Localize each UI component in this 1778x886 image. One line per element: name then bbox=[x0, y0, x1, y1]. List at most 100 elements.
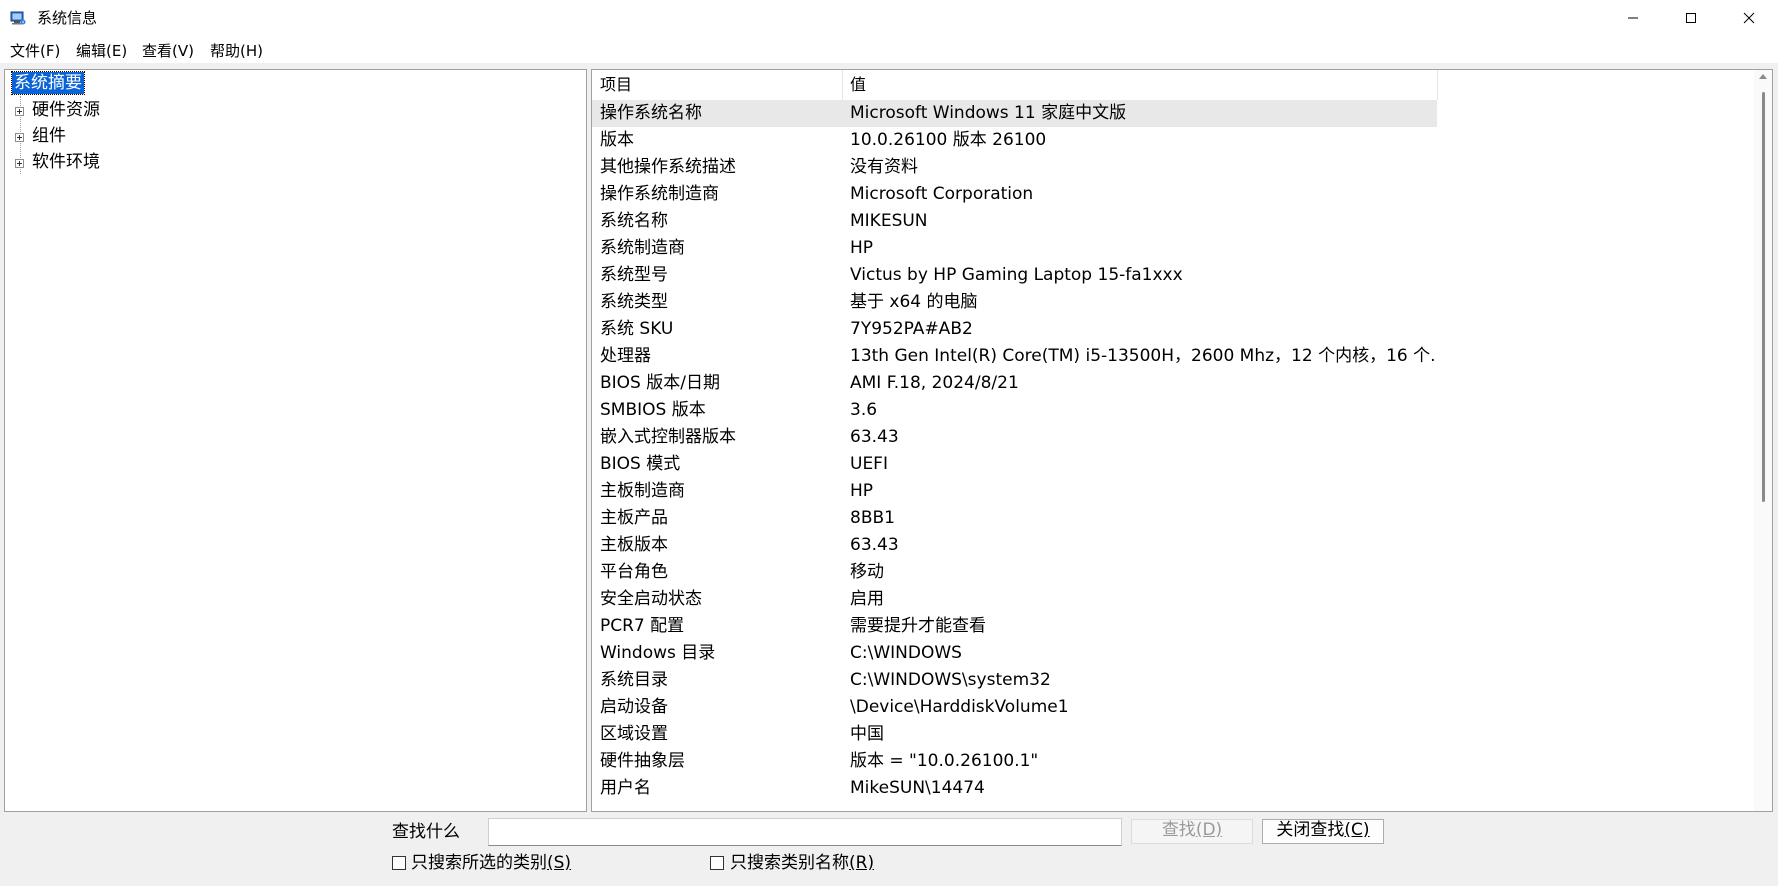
cell-item: 主板产品 bbox=[600, 508, 668, 528]
menu-help[interactable]: 帮助(H) bbox=[210, 42, 263, 60]
menu-view[interactable]: 查看(V) bbox=[142, 42, 194, 60]
cell-item: 系统型号 bbox=[600, 265, 668, 285]
search-selected-category-checkbox[interactable] bbox=[392, 856, 406, 870]
table-row[interactable]: SMBIOS 版本 3.6 bbox=[592, 397, 1437, 424]
close-find-button[interactable]: 关闭查找(C) bbox=[1262, 819, 1384, 844]
search-category-names-checkbox[interactable] bbox=[710, 856, 724, 870]
cell-value: \Device\HarddiskVolume1 bbox=[850, 697, 1069, 717]
table-row[interactable]: 区域设置 中国 bbox=[592, 721, 1437, 748]
cell-value: C:\WINDOWS bbox=[850, 643, 962, 663]
table-row[interactable]: BIOS 版本/日期 AMI F.18, 2024/8/21 bbox=[592, 370, 1437, 397]
column-header-item[interactable]: 项目 bbox=[600, 75, 632, 95]
table-row[interactable]: 系统制造商 HP bbox=[592, 235, 1437, 262]
table-row[interactable]: 主板产品 8BB1 bbox=[592, 505, 1437, 532]
checkbox-accesskey: (R) bbox=[849, 853, 875, 873]
tree-item-system-summary[interactable]: 系统摘要 bbox=[11, 71, 85, 95]
scroll-up-arrow-icon[interactable] bbox=[1759, 74, 1767, 79]
column-header-value[interactable]: 值 bbox=[850, 75, 866, 95]
table-row[interactable]: 主板版本 63.43 bbox=[592, 532, 1437, 559]
cell-value: 移动 bbox=[850, 562, 884, 582]
column-divider[interactable] bbox=[1437, 70, 1438, 100]
cell-value: MikeSUN\14474 bbox=[850, 778, 985, 798]
table-row[interactable]: 安全启动状态 启用 bbox=[592, 586, 1437, 613]
close-icon bbox=[1743, 12, 1755, 24]
search-category-names-label[interactable]: 只搜索类别名称(R) bbox=[730, 852, 874, 874]
cell-item: 系统目录 bbox=[600, 670, 668, 690]
cell-value: 需要提升才能查看 bbox=[850, 616, 986, 636]
expand-icon[interactable] bbox=[15, 133, 24, 142]
cell-item: 主板制造商 bbox=[600, 481, 685, 501]
category-tree[interactable]: 系统摘要 硬件资源 组件 软件环境 bbox=[4, 69, 587, 812]
cell-item: 版本 bbox=[600, 130, 634, 150]
table-row[interactable]: 版本 10.0.26100 版本 26100 bbox=[592, 127, 1437, 154]
list-header: 项目 值 bbox=[592, 70, 1438, 101]
cell-item: 安全启动状态 bbox=[600, 589, 702, 609]
cell-item: 系统名称 bbox=[600, 211, 668, 231]
maximize-icon bbox=[1686, 13, 1696, 23]
cell-item: 嵌入式控制器版本 bbox=[600, 427, 736, 447]
cell-item: 系统类型 bbox=[600, 292, 668, 312]
maximize-button[interactable] bbox=[1662, 0, 1720, 36]
cell-value: 版本 = "10.0.26100.1" bbox=[850, 751, 1039, 771]
minimize-icon bbox=[1628, 17, 1638, 19]
vertical-scrollbar[interactable] bbox=[1754, 70, 1772, 811]
cell-item: 其他操作系统描述 bbox=[600, 157, 736, 177]
cell-item: SMBIOS 版本 bbox=[600, 400, 706, 420]
table-row[interactable]: PCR7 配置 需要提升才能查看 bbox=[592, 613, 1437, 640]
find-button[interactable]: 查找(D) bbox=[1131, 819, 1253, 844]
cell-value: MIKESUN bbox=[850, 211, 928, 231]
table-row[interactable]: 启动设备 \Device\HarddiskVolume1 bbox=[592, 694, 1437, 721]
table-row[interactable]: 系统型号 Victus by HP Gaming Laptop 15-fa1xxx bbox=[592, 262, 1437, 289]
table-row[interactable]: 系统目录 C:\WINDOWS\system32 bbox=[592, 667, 1437, 694]
cell-value: Microsoft Corporation bbox=[850, 184, 1034, 204]
menu-bar: 文件(F) 编辑(E) 查看(V) 帮助(H) bbox=[0, 36, 1778, 63]
cell-item: BIOS 版本/日期 bbox=[600, 373, 720, 393]
checkbox-text: 只搜索所选的类别 bbox=[411, 853, 547, 873]
cell-item: 系统制造商 bbox=[600, 238, 685, 258]
table-row[interactable]: 系统名称 MIKESUN bbox=[592, 208, 1437, 235]
menu-file[interactable]: 文件(F) bbox=[10, 42, 60, 60]
table-row[interactable]: 硬件抽象层 版本 = "10.0.26100.1" bbox=[592, 748, 1437, 775]
system-information-icon bbox=[10, 10, 26, 26]
scrollbar-thumb[interactable] bbox=[1762, 92, 1765, 502]
cell-value: 63.43 bbox=[850, 535, 899, 555]
cell-value: Microsoft Windows 11 家庭中文版 bbox=[850, 103, 1127, 123]
minimize-button[interactable] bbox=[1604, 0, 1662, 36]
find-button-label: 查找 bbox=[1161, 820, 1196, 840]
close-find-button-accesskey: (C) bbox=[1344, 820, 1370, 840]
find-button-accesskey: (D) bbox=[1195, 820, 1223, 840]
cell-item: 处理器 bbox=[600, 346, 651, 366]
table-row[interactable]: BIOS 模式 UEFI bbox=[592, 451, 1437, 478]
table-row[interactable]: 系统 SKU 7Y952PA#AB2 bbox=[592, 316, 1437, 343]
checkbox-text: 只搜索类别名称 bbox=[730, 853, 849, 873]
table-row[interactable]: 平台角色 移动 bbox=[592, 559, 1437, 586]
cell-value: 8BB1 bbox=[850, 508, 895, 528]
table-row[interactable]: 处理器 13th Gen Intel(R) Core(TM) i5-13500H，… bbox=[592, 343, 1437, 370]
table-row[interactable]: 用户名 MikeSUN\14474 bbox=[592, 775, 1437, 802]
cell-value: C:\WINDOWS\system32 bbox=[850, 670, 1051, 690]
table-row[interactable]: Windows 目录 C:\WINDOWS bbox=[592, 640, 1437, 667]
tree-item-hardware-resources[interactable]: 硬件资源 bbox=[32, 99, 100, 121]
cell-value: Victus by HP Gaming Laptop 15-fa1xxx bbox=[850, 265, 1183, 285]
expand-icon[interactable] bbox=[15, 107, 24, 116]
column-divider[interactable] bbox=[842, 70, 843, 100]
expand-icon[interactable] bbox=[15, 159, 24, 168]
details-list[interactable]: 项目 值 操作系统名称 Microsoft Windows 11 家庭中文版 版本 1… bbox=[591, 69, 1773, 812]
close-find-button-label: 关闭查找 bbox=[1276, 820, 1345, 840]
table-row[interactable]: 操作系统名称 Microsoft Windows 11 家庭中文版 bbox=[592, 100, 1437, 127]
close-button[interactable] bbox=[1720, 0, 1778, 36]
cell-item: 主板版本 bbox=[600, 535, 668, 555]
cell-item: 系统 SKU bbox=[600, 319, 674, 339]
table-row[interactable]: 嵌入式控制器版本 63.43 bbox=[592, 424, 1437, 451]
menu-edit[interactable]: 编辑(E) bbox=[76, 42, 127, 60]
table-row[interactable]: 主板制造商 HP bbox=[592, 478, 1437, 505]
table-row[interactable]: 其他操作系统描述 没有资料 bbox=[592, 154, 1437, 181]
find-what-input[interactable] bbox=[488, 818, 1122, 846]
tree-item-components[interactable]: 组件 bbox=[32, 125, 66, 147]
table-row[interactable]: 操作系统制造商 Microsoft Corporation bbox=[592, 181, 1437, 208]
search-selected-category-label[interactable]: 只搜索所选的类别(S) bbox=[411, 852, 571, 874]
cell-item: BIOS 模式 bbox=[600, 454, 681, 474]
tree-item-software-environment[interactable]: 软件环境 bbox=[32, 151, 100, 173]
cell-value: HP bbox=[850, 238, 874, 258]
table-row[interactable]: 系统类型 基于 x64 的电脑 bbox=[592, 289, 1437, 316]
